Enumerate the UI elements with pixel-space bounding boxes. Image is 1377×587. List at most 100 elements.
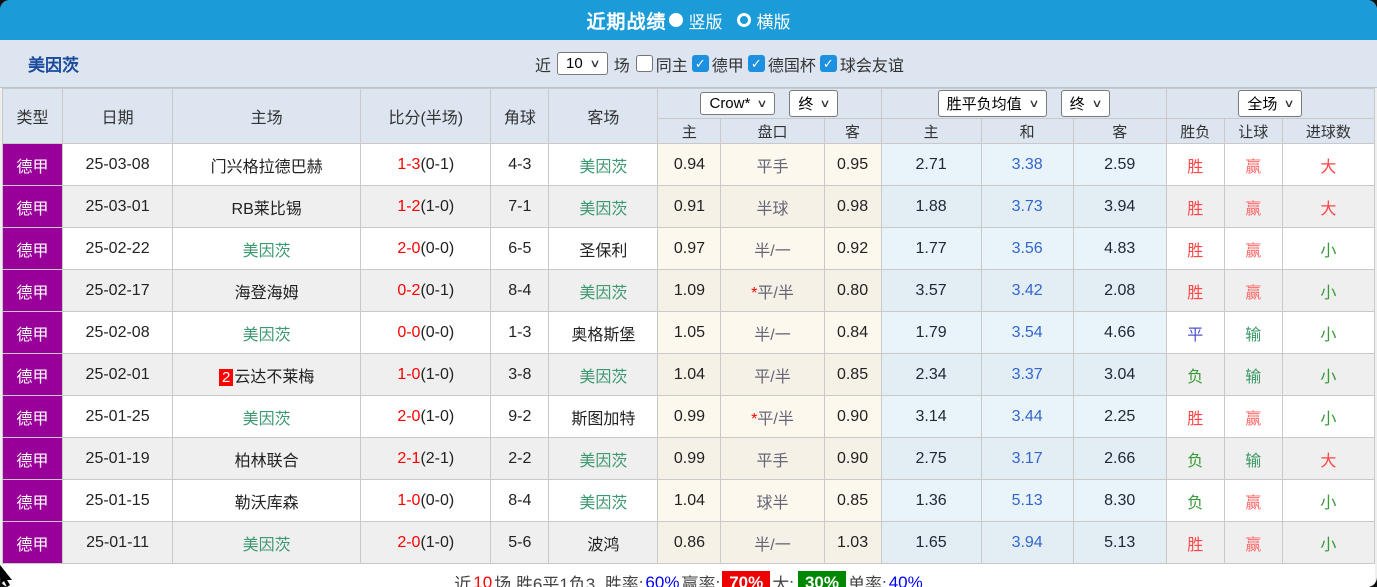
avg-home-cell: 1.36 — [881, 480, 981, 522]
handicap-result-cell: 赢 — [1224, 144, 1282, 186]
col-avg-away: 客 — [1073, 119, 1166, 144]
score-cell: 1-0(1-0) — [361, 354, 491, 396]
avg-home-cell: 2.75 — [881, 438, 981, 480]
avg-type-select[interactable]: 胜平负均值∨ — [938, 90, 1047, 117]
league-cell: 德甲 — [3, 522, 63, 564]
footer-segment: 70% — [722, 571, 770, 587]
page-title: 近期战绩 — [586, 7, 666, 34]
chevron-down-icon: ∨ — [1284, 97, 1295, 110]
table-row[interactable]: 德甲 25-02-01 2云达不莱梅 1-0(1-0) 3-8 美因茨 1.04… — [3, 354, 1375, 396]
radio-icon[interactable] — [737, 13, 751, 27]
league-cell: 德甲 — [3, 438, 63, 480]
score-cell: 1-3(0-1) — [361, 144, 491, 186]
mouse-cursor — [0, 565, 16, 587]
goals-cell: 大 — [1282, 438, 1374, 480]
odds-away-cell: 0.85 — [824, 354, 881, 396]
goals-cell: 小 — [1282, 396, 1374, 438]
score-cell: 2-0(1-0) — [361, 522, 491, 564]
checkbox-label: 球会友谊 — [840, 52, 904, 76]
avg-draw-cell: 5.13 — [981, 480, 1073, 522]
odds-company-select[interactable]: Crow*∨ — [700, 92, 775, 115]
radio-icon[interactable] — [669, 13, 683, 27]
handicap-result-cell: 赢 — [1224, 186, 1282, 228]
table-header: 类型 日期 主场 比分(半场) 角球 客场 Crow*∨ 终∨ 胜平负均值∨ 终… — [3, 89, 1375, 144]
odds-time-select[interactable]: 终∨ — [789, 90, 838, 117]
handicap-result-cell: 输 — [1224, 438, 1282, 480]
table-row[interactable]: 德甲 25-02-17 海登海姆 0-2(0-1) 8-4 美因茨 1.09 *… — [3, 270, 1375, 312]
score-cell: 0-2(0-1) — [361, 270, 491, 312]
table-row[interactable]: 德甲 25-01-11 美因茨 2-0(1-0) 5-6 波鸿 0.86 *半/… — [3, 522, 1375, 564]
table-row[interactable]: 德甲 25-01-25 美因茨 2-0(1-0) 9-2 斯图加特 0.99 *… — [3, 396, 1375, 438]
avg-draw-cell: 3.73 — [981, 186, 1073, 228]
checkbox-checked-icon[interactable]: ✓ — [748, 55, 765, 72]
footer-segment: 10 — [473, 573, 492, 587]
avg-draw-cell: 3.94 — [981, 522, 1073, 564]
footer-segment: 大: — [772, 570, 794, 587]
away-team-cell: 奥格斯堡 — [549, 312, 658, 354]
away-team-cell: 美因茨 — [549, 144, 658, 186]
score-cell: 1-0(0-0) — [361, 480, 491, 522]
corner-cell: 3-8 — [491, 354, 549, 396]
checkbox-checked-icon[interactable]: ✓ — [692, 55, 709, 72]
date-cell: 25-01-11 — [63, 522, 173, 564]
avg-dropdowns-cell: 胜平负均值∨ 终∨ — [881, 89, 1166, 119]
promotion-badge: 2 — [219, 369, 233, 386]
footer-segment: 单率: — [848, 570, 887, 587]
odds-home-cell: 1.04 — [658, 480, 721, 522]
league-checkbox-group: 同主✓德甲✓德国杯✓球会友谊 — [636, 52, 904, 76]
filters: 近 10∨ 场 同主✓德甲✓德国杯✓球会友谊 — [535, 40, 904, 87]
checkbox-label: 德甲 — [712, 52, 744, 76]
table-row[interactable]: 德甲 25-03-01 RB莱比锡 1-2(1-0) 7-1 美因茨 0.91 … — [3, 186, 1375, 228]
score-cell: 1-2(1-0) — [361, 186, 491, 228]
goals-cell: 小 — [1282, 480, 1374, 522]
odds-away-cell: 0.92 — [824, 228, 881, 270]
scope-select[interactable]: 全场∨ — [1238, 90, 1302, 117]
table-row[interactable]: 德甲 25-01-15 勒沃库森 1-0(0-0) 8-4 美因茨 1.04 *… — [3, 480, 1375, 522]
result-cell: 负 — [1166, 438, 1224, 480]
score-cell: 2-0(1-0) — [361, 396, 491, 438]
table-row[interactable]: 德甲 25-03-08 门兴格拉德巴赫 1-3(0-1) 4-3 美因茨 0.9… — [3, 144, 1375, 186]
table-row[interactable]: 德甲 25-02-22 美因茨 2-0(0-0) 6-5 圣保利 0.97 *半… — [3, 228, 1375, 270]
result-cell: 负 — [1166, 354, 1224, 396]
avg-draw-cell: 3.37 — [981, 354, 1073, 396]
date-cell: 25-02-08 — [63, 312, 173, 354]
avg-away-cell: 3.04 — [1073, 354, 1166, 396]
table-row[interactable]: 德甲 25-02-08 美因茨 0-0(0-0) 1-3 奥格斯堡 1.05 *… — [3, 312, 1375, 354]
result-cell: 胜 — [1166, 228, 1224, 270]
col-handicap-result: 让球 — [1224, 119, 1282, 144]
date-cell: 25-01-25 — [63, 396, 173, 438]
odds-home-cell: 0.91 — [658, 186, 721, 228]
avg-away-cell: 2.08 — [1073, 270, 1166, 312]
avg-away-cell: 4.66 — [1073, 312, 1166, 354]
titlebar: 近期战绩 竖版横版 — [0, 0, 1377, 40]
avg-time-select[interactable]: 终∨ — [1061, 90, 1110, 117]
corner-cell: 4-3 — [491, 144, 549, 186]
odds-home-cell: 0.94 — [658, 144, 721, 186]
league-cell: 德甲 — [3, 228, 63, 270]
col-goals: 进球数 — [1282, 119, 1374, 144]
home-team-cell: 美因茨 — [173, 396, 361, 438]
avg-home-cell: 3.14 — [881, 396, 981, 438]
col-avg-home: 主 — [881, 119, 981, 144]
checkbox-checked-icon[interactable]: ✓ — [820, 55, 837, 72]
matches-count-select[interactable]: 10∨ — [557, 52, 608, 75]
filter-checkbox-item: ✓球会友谊 — [820, 52, 904, 76]
away-team-cell: 圣保利 — [549, 228, 658, 270]
avg-away-cell: 2.59 — [1073, 144, 1166, 186]
table-row[interactable]: 德甲 25-01-19 柏林联合 2-1(2-1) 2-2 美因茨 0.99 *… — [3, 438, 1375, 480]
radio-label: 竖版 — [689, 8, 723, 33]
avg-away-cell: 2.25 — [1073, 396, 1166, 438]
handicap-cell: *半球 — [721, 186, 824, 228]
filter-bar: 美因茨 近 10∨ 场 同主✓德甲✓德国杯✓球会友谊 — [0, 40, 1377, 88]
odds-away-cell: 0.80 — [824, 270, 881, 312]
corner-cell: 8-4 — [491, 270, 549, 312]
home-team-cell: 门兴格拉德巴赫 — [173, 144, 361, 186]
layout-radio-option[interactable]: 横版 — [737, 8, 791, 33]
handicap-result-cell: 赢 — [1224, 480, 1282, 522]
matches-label: 场 — [614, 52, 630, 76]
checkbox-unchecked-icon[interactable] — [636, 55, 653, 72]
avg-home-cell: 1.77 — [881, 228, 981, 270]
score-cell: 2-0(0-0) — [361, 228, 491, 270]
home-team-cell: 勒沃库森 — [173, 480, 361, 522]
layout-radio-selected[interactable]: 竖版 — [677, 8, 723, 33]
